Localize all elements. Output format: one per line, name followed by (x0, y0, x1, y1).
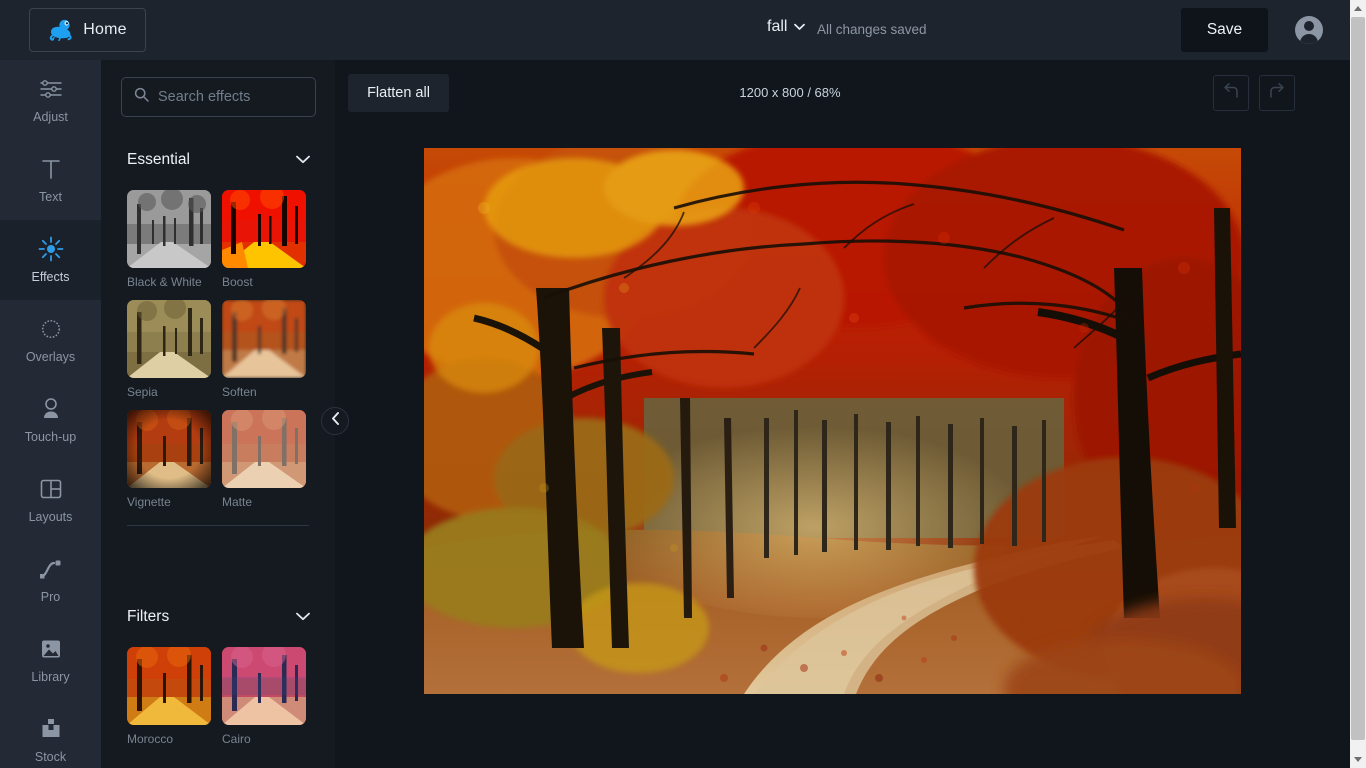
text-t-icon (38, 156, 64, 182)
essential-effects-grid: Black & White (101, 190, 335, 509)
panel-collapse-button[interactable] (321, 407, 349, 435)
search-effects-box[interactable] (121, 77, 316, 117)
document-title: fall (767, 18, 787, 36)
section-essential: Essential (101, 148, 335, 526)
chevron-down-icon[interactable] (296, 608, 310, 626)
effect-thumb-item[interactable]: Matte (222, 410, 306, 509)
scroll-up-arrow-icon[interactable] (1350, 0, 1366, 17)
sparkle-icon (38, 236, 64, 262)
rail-item-label: Touch-up (25, 430, 76, 444)
grayscale-forest-thumb[interactable] (127, 190, 211, 268)
effect-thumb-item[interactable]: Sepia (127, 300, 211, 399)
scrollbar-thumb[interactable] (1351, 17, 1365, 740)
rail-item-label: Stock (35, 750, 66, 764)
effect-label: Cairo (222, 732, 306, 746)
vignette-forest-thumb[interactable] (127, 410, 211, 488)
effect-thumb-item[interactable]: Cairo (222, 647, 306, 746)
document-title-dropdown[interactable]: fall (767, 18, 805, 36)
effect-label: Morocco (127, 732, 211, 746)
grid-icon (38, 476, 64, 502)
undo-button[interactable] (1213, 75, 1249, 111)
effect-thumb-item[interactable]: Soften (222, 300, 306, 399)
rail-item-touch-up[interactable]: Touch-up (0, 380, 101, 460)
effect-thumb-item[interactable]: Boost (222, 190, 306, 289)
rail-item-effects[interactable]: Effects (0, 220, 101, 300)
rail-item-label: Adjust (33, 110, 68, 124)
effects-panel: Essential (101, 60, 335, 768)
save-button[interactable]: Save (1181, 8, 1268, 52)
search-icon (134, 87, 149, 107)
morocco-forest-thumb[interactable] (127, 647, 211, 725)
save-status-text: All changes saved (817, 22, 927, 37)
rail-item-label: Library (31, 670, 69, 684)
sliders-icon (38, 76, 64, 102)
effect-label: Black & White (127, 275, 211, 289)
home-button[interactable]: Home (29, 8, 146, 52)
rail-item-library[interactable]: Library (0, 620, 101, 700)
section-divider (127, 525, 309, 526)
chevron-down-icon (794, 18, 805, 36)
befunky-photo-editor: Home fall All changes saved Save (0, 0, 1366, 768)
section-filters: Filters (101, 605, 335, 746)
stock-box-icon (38, 716, 64, 742)
redo-button[interactable] (1259, 75, 1295, 111)
redo-arrow-icon (1268, 82, 1286, 105)
cairo-forest-thumb[interactable] (222, 647, 306, 725)
matte-forest-thumb[interactable] (222, 410, 306, 488)
filters-effects-grid: Morocco (101, 647, 335, 746)
rail-item-stock[interactable]: Stock (0, 700, 101, 768)
effect-label: Vignette (127, 495, 211, 509)
rail-item-label: Pro (41, 590, 60, 604)
rail-item-layouts[interactable]: Layouts (0, 460, 101, 540)
boosted-red-forest-thumb[interactable] (222, 190, 306, 268)
section-title: Filters (127, 608, 169, 626)
undo-arrow-icon (1222, 82, 1240, 105)
effect-thumb-item[interactable]: Morocco (127, 647, 211, 746)
rail-item-overlays[interactable]: Overlays (0, 300, 101, 380)
chevron-down-icon[interactable] (296, 151, 310, 169)
section-essential-header[interactable]: Essential (101, 148, 335, 172)
rail-item-label: Layouts (29, 510, 73, 524)
search-input[interactable] (158, 89, 298, 105)
sunburst-icon (38, 316, 64, 342)
effect-thumb-item[interactable]: Vignette (127, 410, 211, 509)
canvas-area: Flatten all 1200 x 800 / 68% (335, 60, 1350, 768)
chevron-left-icon (331, 412, 340, 430)
image-icon (38, 636, 64, 662)
rail-item-pro[interactable]: Pro (0, 540, 101, 620)
section-filters-header[interactable]: Filters (101, 605, 335, 629)
home-button-label: Home (83, 21, 126, 39)
person-icon (38, 396, 64, 422)
scroll-down-arrow-icon[interactable] (1350, 751, 1366, 768)
user-avatar-icon[interactable] (1295, 16, 1323, 44)
rail-item-text[interactable]: Text (0, 140, 101, 220)
browser-scrollbar[interactable] (1350, 0, 1366, 768)
sepia-forest-thumb[interactable] (127, 300, 211, 378)
softened-forest-thumb[interactable] (222, 300, 306, 378)
rail-item-adjust[interactable]: Adjust (0, 60, 101, 140)
tool-rail: Adjust Text (0, 60, 101, 768)
rail-item-label: Text (39, 190, 62, 204)
effect-thumb-item[interactable]: Black & White (127, 190, 211, 289)
effect-label: Boost (222, 275, 306, 289)
autumn-forest-path-photo[interactable] (424, 148, 1241, 694)
canvas-dimensions-label: 1200 x 800 / 68% (335, 85, 1350, 100)
history-buttons (1213, 75, 1295, 111)
frog-logo-icon (48, 19, 74, 41)
effect-label: Soften (222, 385, 306, 399)
curve-node-icon (38, 556, 64, 582)
rail-item-label: Effects (32, 270, 70, 284)
top-bar: Home fall All changes saved Save (0, 0, 1350, 60)
section-title: Essential (127, 151, 190, 169)
effect-label: Sepia (127, 385, 211, 399)
effect-label: Matte (222, 495, 306, 509)
rail-item-label: Overlays (26, 350, 75, 364)
